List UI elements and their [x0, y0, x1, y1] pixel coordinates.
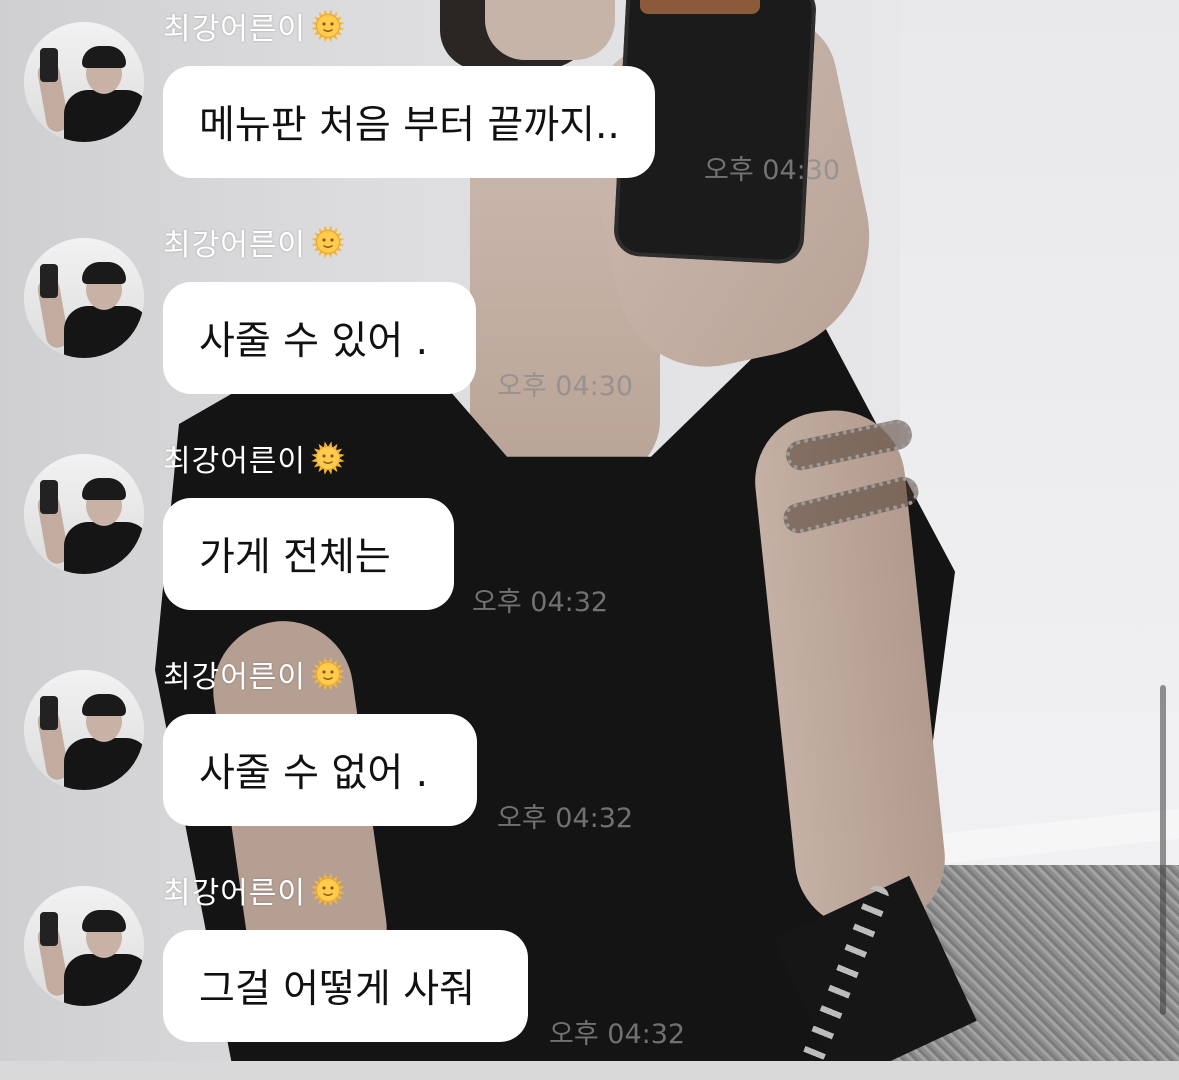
avatar[interactable] — [24, 886, 144, 1006]
message-row: 최강어른이 가게 전체는 오후 04:32 — [0, 432, 1179, 648]
message-time: 오후 04:32 — [497, 803, 634, 834]
message-bubble[interactable]: 사줄 수 없어 . — [163, 714, 477, 826]
message-time: 오후 04:30 — [704, 155, 841, 186]
message-text: 사줄 수 있어 . — [199, 319, 428, 364]
chat-thread: 최강어른이 메뉴판 처음 부터 끝까지.. 오후 04:30 최강어른이 사줄 … — [0, 0, 1179, 1061]
scrollbar[interactable] — [1160, 685, 1166, 1015]
avatar[interactable] — [24, 670, 144, 790]
message-row: 최강어른이 사줄 수 있어 . 오후 04:30 — [0, 216, 1179, 432]
sun-with-face-icon — [310, 872, 346, 908]
message-text: 사줄 수 없어 . — [199, 751, 428, 796]
message-time: 오후 04:32 — [472, 587, 609, 618]
message-bubble[interactable]: 메뉴판 처음 부터 끝까지.. — [163, 66, 655, 178]
avatar[interactable] — [24, 238, 144, 358]
sender-name-text: 최강어른이 — [163, 876, 306, 911]
sender-name: 최강어른이 — [163, 654, 346, 695]
message-bubble[interactable]: 가게 전체는 — [163, 498, 454, 610]
sender-name: 최강어른이 — [163, 222, 346, 263]
message-row: 최강어른이 메뉴판 처음 부터 끝까지.. 오후 04:30 — [0, 0, 1179, 216]
sun-with-face-icon — [310, 224, 346, 260]
sender-name: 최강어른이 — [163, 6, 346, 47]
message-bubble[interactable]: 그걸 어떻게 사줘 — [163, 930, 528, 1042]
sun-with-face-icon — [310, 656, 346, 692]
message-time: 오후 04:32 — [549, 1019, 686, 1050]
sender-name-text: 최강어른이 — [163, 12, 306, 47]
sun-with-face-icon — [310, 440, 346, 476]
message-row: 최강어른이 그걸 어떻게 사줘 오후 04:32 — [0, 864, 1179, 1080]
sender-name: 최강어른이 — [163, 438, 346, 479]
avatar[interactable] — [24, 22, 144, 142]
sender-name-text: 최강어른이 — [163, 228, 306, 263]
message-text: 메뉴판 처음 부터 끝까지.. — [199, 103, 620, 148]
sender-name: 최강어른이 — [163, 870, 346, 911]
message-bubble[interactable]: 사줄 수 있어 . — [163, 282, 476, 394]
sun-with-face-icon — [310, 8, 346, 44]
message-time: 오후 04:30 — [497, 371, 634, 402]
sender-name-text: 최강어른이 — [163, 660, 306, 695]
sender-name-text: 최강어른이 — [163, 444, 306, 479]
avatar[interactable] — [24, 454, 144, 574]
message-text: 그걸 어떻게 사줘 — [199, 967, 475, 1012]
message-row: 최강어른이 사줄 수 없어 . 오후 04:32 — [0, 648, 1179, 864]
message-text: 가게 전체는 — [199, 535, 391, 580]
